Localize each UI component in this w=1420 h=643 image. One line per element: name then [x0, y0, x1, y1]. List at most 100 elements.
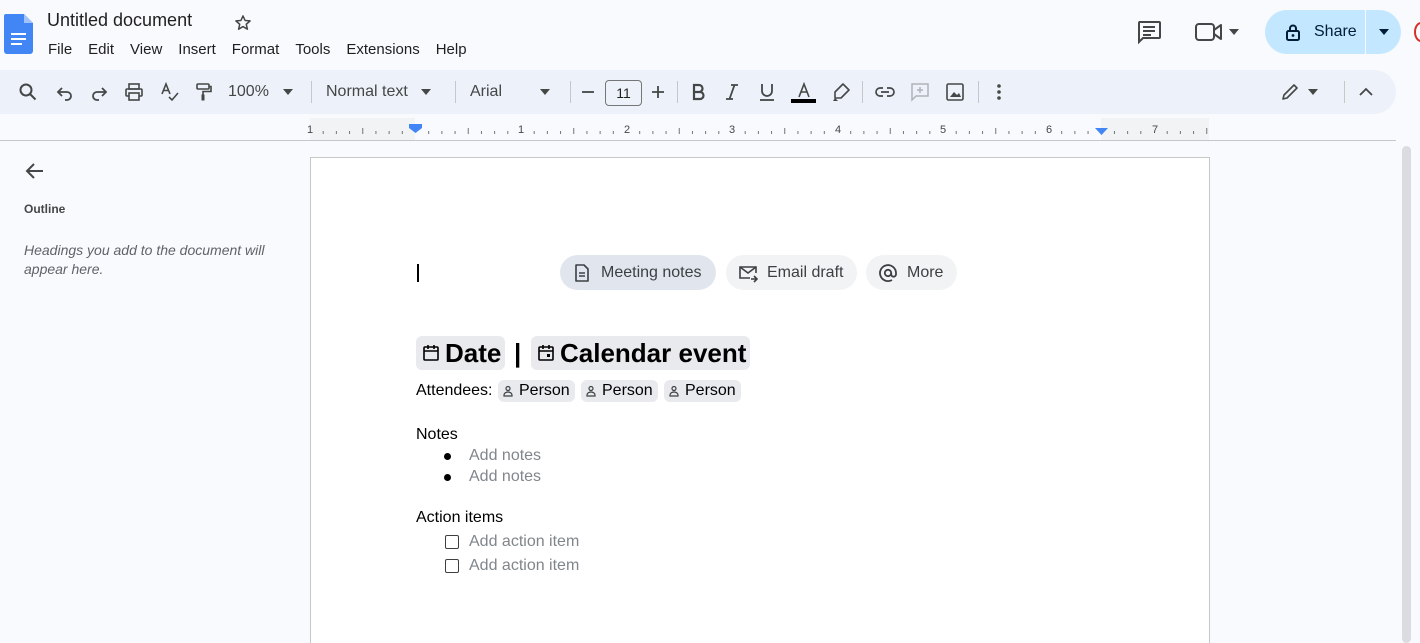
text-color-swatch	[791, 99, 816, 103]
chevron-down-icon	[282, 89, 293, 95]
chevron-down-icon	[420, 89, 431, 95]
redo-icon[interactable]	[88, 70, 110, 114]
heading-separator: |	[514, 338, 522, 368]
person-chip[interactable]: Person	[581, 380, 658, 402]
underline-icon[interactable]	[756, 70, 778, 114]
app-header: Untitled document File Edit View Insert …	[0, 0, 1420, 68]
toolbar-divider	[455, 81, 456, 103]
print-icon[interactable]	[122, 70, 146, 114]
undo-icon[interactable]	[54, 70, 76, 114]
calendar-icon	[423, 345, 439, 361]
email-send-icon	[739, 265, 758, 283]
action-item-placeholder[interactable]: Add action item	[469, 533, 579, 551]
chevron-down-icon[interactable]	[1229, 28, 1239, 36]
star-icon[interactable]	[233, 13, 253, 33]
menu-insert[interactable]: Insert	[170, 40, 224, 60]
ruler-label: 5	[940, 124, 946, 136]
zoom-select[interactable]: 100%	[228, 70, 304, 114]
meeting-notes-label: Meeting notes	[601, 263, 702, 281]
hide-menus-chevron-up-icon[interactable]	[1355, 70, 1377, 114]
date-chip-label: Date	[445, 337, 502, 368]
formatting-toolbar: 100% Normal text Arial 11	[0, 70, 1396, 114]
account-avatar[interactable]	[1414, 22, 1420, 42]
ruler-label: 2	[624, 124, 630, 136]
action-items-label: Action items	[416, 509, 504, 526]
close-outline-arrow-icon[interactable]	[24, 160, 46, 182]
person-chip-label: Person	[602, 382, 653, 399]
notes-placeholder[interactable]: Add notes	[469, 447, 541, 465]
ruler-label: 1	[518, 124, 524, 136]
pencil-icon	[1282, 84, 1298, 100]
docs-logo-icon[interactable]	[4, 14, 33, 54]
outline-title: Outline	[24, 202, 66, 216]
menu-tools[interactable]: Tools	[287, 40, 338, 60]
chevron-down-icon	[1308, 89, 1318, 95]
search-menus-icon[interactable]	[15, 70, 41, 114]
action-item-placeholder[interactable]: Add action item	[469, 557, 579, 575]
menu-help[interactable]: Help	[428, 40, 475, 60]
zoom-value: 100%	[228, 83, 269, 100]
horizontal-ruler[interactable]: 1 1 2 3 4 5 6 7	[0, 118, 1396, 141]
menu-extensions[interactable]: Extensions	[338, 40, 427, 60]
paint-format-icon[interactable]	[192, 70, 216, 114]
meeting-notes-chip[interactable]: Meeting notes	[560, 255, 716, 290]
text-color-icon[interactable]	[792, 70, 816, 114]
editing-mode-select[interactable]	[1276, 70, 1322, 114]
notes-label: Notes	[416, 426, 458, 443]
person-icon	[586, 385, 596, 397]
font-family-value: Arial	[470, 83, 503, 100]
more-chip[interactable]: More	[866, 255, 958, 290]
menu-format[interactable]: Format	[224, 40, 288, 60]
person-icon	[503, 385, 513, 397]
menu-file[interactable]: File	[40, 40, 80, 60]
menu-edit[interactable]: Edit	[80, 40, 122, 60]
date-smart-chip[interactable]: Date	[416, 336, 506, 370]
toolbar-divider	[862, 81, 863, 103]
toolbar-divider	[311, 81, 312, 103]
share-button[interactable]: Share	[1265, 10, 1365, 54]
person-chip[interactable]: Person	[498, 380, 575, 402]
chevron-down-icon	[540, 89, 551, 95]
person-icon	[669, 385, 679, 397]
document-title[interactable]: Untitled document	[47, 10, 192, 31]
insert-link-icon[interactable]	[873, 70, 897, 114]
highlight-color-icon[interactable]	[829, 70, 853, 114]
toolbar-divider	[677, 81, 678, 103]
calendar-event-chip-label: Calendar event	[560, 337, 747, 368]
more-label: More	[907, 263, 944, 281]
share-button-group: Share	[1265, 10, 1401, 54]
person-chip[interactable]: Person	[664, 380, 741, 402]
ruler-label: 1	[307, 124, 313, 136]
italic-icon[interactable]	[721, 70, 743, 114]
add-comment-icon[interactable]	[908, 70, 932, 114]
paragraph-style-select[interactable]: Normal text	[326, 70, 442, 114]
notes-placeholder[interactable]: Add notes	[469, 468, 541, 486]
more-options-icon[interactable]	[988, 70, 1010, 114]
ruler-label: 7	[1152, 124, 1158, 136]
comment-history-icon[interactable]	[1136, 20, 1162, 44]
action-item-checkbox[interactable]	[445, 535, 459, 549]
ruler-label: 6	[1046, 124, 1052, 136]
share-options-chevron-icon[interactable]	[1366, 10, 1401, 54]
action-item-checkbox[interactable]	[445, 559, 459, 573]
attendees-label: Attendees:	[416, 382, 493, 399]
email-draft-label: Email draft	[767, 263, 844, 281]
lock-icon	[1286, 24, 1300, 41]
email-draft-chip[interactable]: Email draft	[726, 255, 858, 290]
insert-image-icon[interactable]	[943, 70, 967, 114]
menu-view[interactable]: View	[122, 40, 170, 60]
bold-icon[interactable]	[687, 70, 709, 114]
font-family-select[interactable]: Arial	[470, 70, 556, 114]
calendar-event-smart-chip[interactable]: Calendar event	[531, 336, 751, 370]
bullet-point	[444, 453, 451, 460]
bullet-point	[444, 474, 451, 481]
video-camera-icon[interactable]	[1194, 20, 1224, 44]
share-label: Share	[1314, 23, 1357, 40]
person-chip-label: Person	[519, 382, 570, 399]
spellcheck-icon[interactable]	[158, 70, 182, 114]
increase-font-size-icon[interactable]	[648, 70, 668, 114]
scrollbar-thumb[interactable]	[1402, 146, 1411, 643]
decrease-font-size-icon[interactable]	[578, 70, 598, 114]
ruler-label: 4	[835, 124, 841, 136]
font-size-input[interactable]: 11	[605, 80, 642, 106]
